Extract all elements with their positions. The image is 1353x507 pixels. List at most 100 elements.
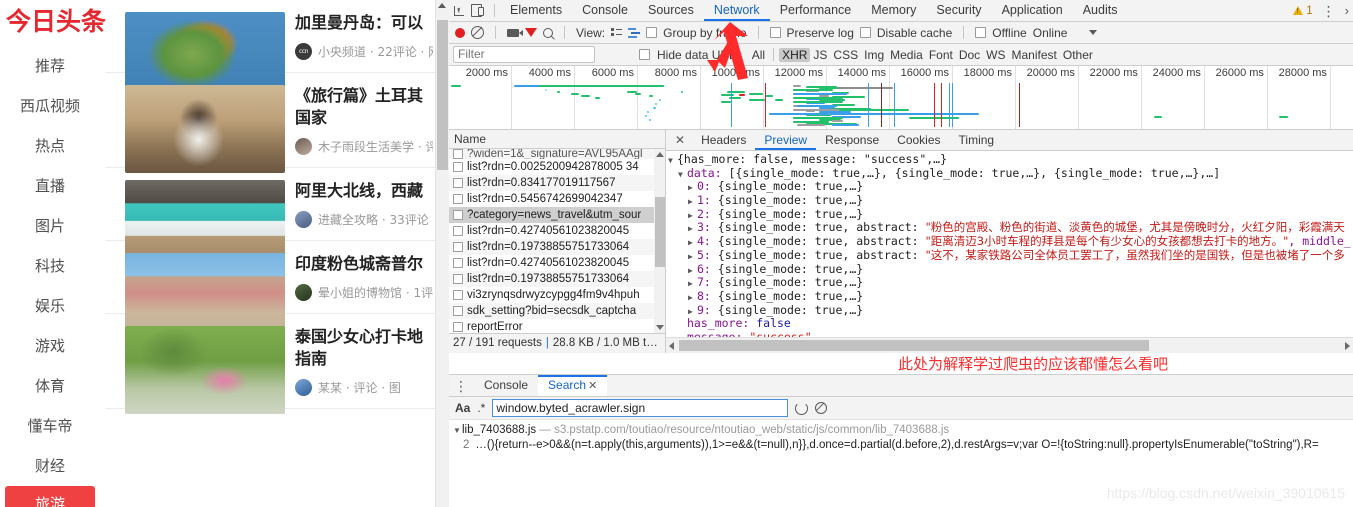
detail-horizontal-scrollbar[interactable] [666, 337, 1353, 353]
request-row[interactable]: reportError [449, 319, 665, 333]
json-line[interactable]: ▶ 8: {single_mode: true,…} [668, 289, 1353, 305]
match-case-icon[interactable]: Aa [455, 401, 470, 415]
request-row[interactable]: list?rdn=0.5456742699042347 [449, 191, 665, 207]
json-line[interactable]: ▶ 5: {single_mode: true, abstract: "这不，某家… [668, 248, 1353, 263]
tab-console[interactable]: Console [572, 0, 638, 21]
hide-data-urls-checkbox[interactable] [639, 49, 650, 60]
group-by-frame-checkbox[interactable] [646, 27, 658, 38]
news-card[interactable]: 泰国少女心打卡地 指南 某某 · 评论 · 图 [105, 314, 435, 414]
json-line[interactable]: ▶ 7: {single_mode: true,…} [668, 275, 1353, 291]
news-feed[interactable]: 加里曼丹岛：可以小央频道 · 22评论 · 网《旅行篇》土耳其 国家木子雨段生活… [105, 0, 435, 507]
expand-triangle-icon[interactable]: ▶ [688, 195, 697, 209]
devtools-panel-tabs[interactable]: Elements Console Sources Network Performance… [500, 0, 1127, 21]
json-line[interactable]: ▶ 4: {single_mode: true, abstract: "距离清迈3… [668, 234, 1353, 250]
offline-checkbox[interactable] [975, 27, 987, 38]
request-rows[interactable]: ?widen=1&_signature=AVL95AAgl list?rdn=0.… [449, 149, 665, 333]
page-scrollbar[interactable] [435, 0, 449, 507]
json-line[interactable]: ▶ 6: {single_mode: true,…} [668, 262, 1353, 277]
request-row[interactable]: list?rdn=0.19738855751733064 [449, 271, 665, 287]
scroll-up-arrow-icon[interactable] [655, 152, 664, 157]
filter-type-font[interactable]: Font [926, 48, 956, 62]
filter-type-xhr[interactable]: XHR [779, 47, 811, 62]
news-card[interactable]: 加里曼丹岛：可以小央频道 · 22评论 · 网 [105, 0, 435, 100]
scrollbar-thumb[interactable] [654, 197, 665, 267]
throttling-select[interactable]: Online [1033, 26, 1098, 40]
expand-triangle-icon[interactable]: ▼ [668, 154, 677, 168]
request-row[interactable]: list?rdn=0.0025200942878005 34 [449, 159, 665, 175]
sidebar-item-6[interactable]: 娱乐 [0, 286, 100, 326]
tab-audits[interactable]: Audits [1073, 0, 1128, 21]
request-row[interactable]: list?rdn=0.19738855751733064 [449, 239, 665, 255]
sidebar-item-10[interactable]: 财经 [0, 446, 100, 486]
tab-memory[interactable]: Memory [861, 0, 926, 21]
sidebar-item-11[interactable]: 旅游 [5, 486, 95, 507]
detail-tab-cookies[interactable]: Cookies [888, 130, 949, 150]
close-detail-icon[interactable]: ✕ [670, 133, 690, 147]
tab-sources[interactable]: Sources [638, 0, 704, 21]
filter-type-other[interactable]: Other [1060, 48, 1096, 62]
clear-search-icon[interactable] [815, 402, 828, 414]
scrollbar-thumb[interactable] [679, 340, 1149, 351]
search-result-match-row[interactable]: 2 …(){return--e>0&&(n=t.apply(this,argume… [463, 439, 1353, 451]
tab-elements[interactable]: Elements [500, 0, 572, 21]
refresh-icon[interactable] [795, 401, 809, 415]
device-toolbar-icon[interactable] [471, 4, 484, 17]
tab-security[interactable]: Security [926, 0, 991, 21]
json-line[interactable]: ▶ 1: {single_mode: true,…} [668, 193, 1353, 209]
request-row[interactable]: vi3zrynqsdrwyzcypgg4fm9v4hpuh [449, 287, 665, 303]
expand-triangle-icon[interactable]: ▶ [688, 291, 697, 305]
scrollbar-thumb[interactable] [437, 20, 448, 170]
news-thumbnail[interactable] [125, 326, 285, 414]
news-thumbnail[interactable] [125, 85, 285, 173]
filter-input[interactable] [453, 46, 595, 63]
filter-type-js[interactable]: JS [810, 48, 830, 62]
request-row[interactable]: sdk_setting?bid=secsdk_captcha [449, 303, 665, 319]
filter-funnel-icon[interactable] [525, 28, 537, 37]
json-line[interactable]: ▶ 9: {single_mode: true,…} [668, 303, 1353, 318]
request-list-scrollbar[interactable] [654, 149, 665, 333]
close-icon[interactable]: ✕ [588, 380, 597, 392]
more-options-icon[interactable]: ⋮ [1322, 4, 1336, 18]
filter-type-all[interactable]: All [749, 48, 768, 62]
news-title[interactable]: 阿里大北线，西藏 [295, 180, 433, 202]
news-title[interactable]: 《旅行篇》土耳其 国家 [295, 85, 433, 129]
sidebar-item-4[interactable]: 图片 [0, 206, 100, 246]
sidebar-item-9[interactable]: 懂车帝 [0, 406, 100, 446]
scroll-down-arrow-icon[interactable] [655, 325, 664, 330]
filter-type-doc[interactable]: Doc [956, 48, 983, 62]
list-view-icon[interactable] [611, 28, 623, 37]
filter-type-img[interactable]: Img [861, 48, 887, 62]
sidebar-item-3[interactable]: 直播 [0, 166, 100, 206]
record-button-icon[interactable] [455, 27, 465, 38]
filter-type-media[interactable]: Media [887, 48, 926, 62]
scroll-left-arrow-icon[interactable] [669, 342, 674, 350]
json-line[interactable]: ▶ 2: {single_mode: true,…} [668, 207, 1353, 222]
scroll-up-arrow-icon[interactable] [438, 3, 446, 8]
tab-performance[interactable]: Performance [770, 0, 862, 21]
filter-type-css[interactable]: CSS [830, 48, 861, 62]
expand-triangle-icon[interactable]: ▶ [688, 181, 697, 195]
expand-triangle-icon[interactable]: ▶ [688, 277, 697, 291]
tab-application[interactable]: Application [992, 0, 1073, 21]
drawer-tab-search[interactable]: Search ✕ [538, 375, 608, 396]
detail-tab-preview[interactable]: Preview [755, 130, 816, 150]
sidebar-item-7[interactable]: 游戏 [0, 326, 100, 366]
tab-network[interactable]: Network [704, 0, 770, 21]
json-line[interactable]: ▶ 0: {single_mode: true,…} [668, 180, 1353, 194]
warning-badge[interactable]: 1 [1293, 5, 1313, 17]
expand-triangle-icon[interactable]: ▼ [678, 168, 687, 182]
sidebar-item-8[interactable]: 体育 [0, 366, 100, 406]
expand-triangle-icon[interactable]: ▶ [688, 236, 697, 250]
request-row[interactable]: list?rdn=0.834177019117567 [449, 175, 665, 191]
detail-tab-timing[interactable]: Timing [950, 130, 1004, 150]
news-title[interactable]: 印度粉色城斋普尔 [295, 253, 433, 275]
detail-tab-headers[interactable]: Headers [692, 130, 755, 150]
request-row[interactable]: ?category=news_travel&utm_sour [449, 207, 665, 223]
request-row[interactable]: list?rdn=0.42740561023820045 [449, 223, 665, 239]
json-line[interactable]: has_more: false [668, 316, 1353, 331]
request-column-header[interactable]: Name [449, 130, 665, 149]
detail-tabs[interactable]: Headers Preview Response Cookies Timing [692, 130, 1003, 150]
resource-type-filters[interactable]: All XHR JS CSS Img Media Font Doc WS Manifest Othe… [749, 47, 1096, 62]
request-row[interactable]: ?widen=1&_signature=AVL95AAgl [449, 149, 665, 159]
close-devtools-icon[interactable]: › [1345, 3, 1349, 18]
